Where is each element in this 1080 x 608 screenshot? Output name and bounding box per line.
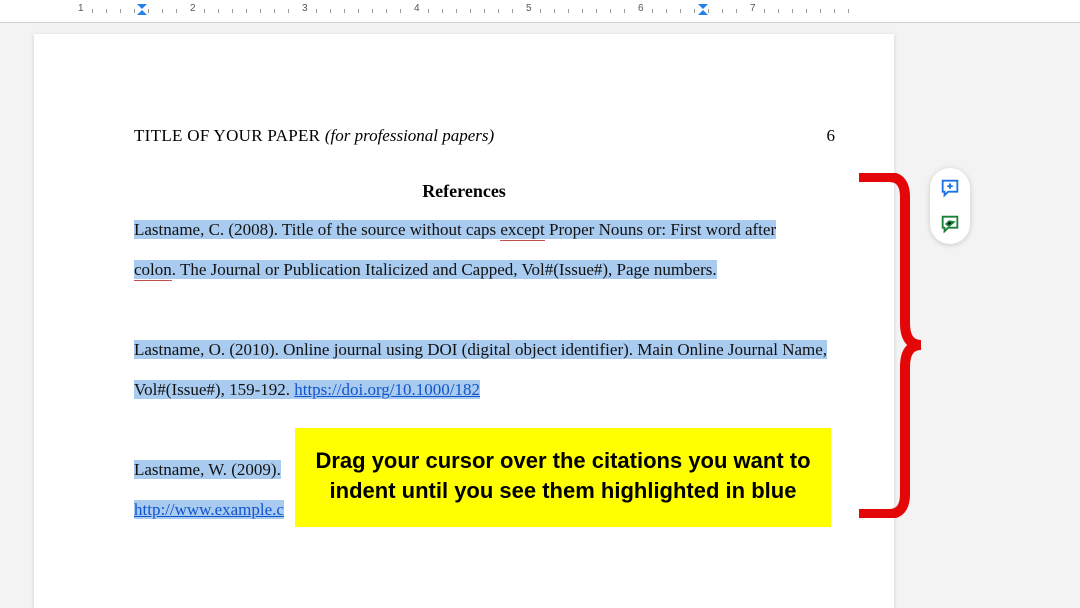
- doi-link[interactable]: https://doi.org/10.1000/182: [294, 380, 480, 399]
- citation-entry: Lastname, C. (2008). Title of the source…: [134, 210, 834, 290]
- ruler[interactable]: 1 2 3 4 5 6 7: [0, 0, 1080, 23]
- highlighted-text[interactable]: Lastname, C. (2008). Title of the source…: [134, 220, 776, 239]
- ruler-label: 7: [750, 3, 756, 14]
- add-comment-icon: [939, 177, 961, 199]
- suggest-edits-icon: [939, 213, 961, 235]
- references-heading: References: [34, 181, 894, 202]
- highlighted-text[interactable]: http://www.example.c: [134, 500, 284, 519]
- spell-flag: except: [500, 220, 544, 241]
- suggest-edits-button[interactable]: [936, 210, 964, 238]
- ruler-label: 4: [414, 3, 420, 14]
- header-subtitle: (for professional papers): [325, 126, 494, 145]
- spell-flag: colon: [134, 260, 172, 281]
- ruler-label: 1: [78, 3, 84, 14]
- highlighted-text[interactable]: Lastname, O. (2010). Online journal usin…: [134, 340, 827, 399]
- highlighted-text[interactable]: colon. The Journal or Publication Italic…: [134, 260, 717, 279]
- add-comment-button[interactable]: [936, 174, 964, 202]
- ruler-label: 6: [638, 3, 644, 14]
- bracket-annotation: [855, 173, 923, 518]
- header-title: TITLE OF YOUR PAPER: [134, 126, 325, 145]
- example-link[interactable]: http://www.example.c: [134, 500, 284, 519]
- citation-entry: Lastname, O. (2010). Online journal usin…: [134, 330, 834, 410]
- page-number: 6: [827, 126, 836, 146]
- highlighted-text[interactable]: Lastname, W. (2009).: [134, 460, 281, 479]
- ruler-label: 2: [190, 3, 196, 14]
- instruction-callout: Drag your cursor over the citations you …: [295, 428, 831, 527]
- ruler-label: 5: [526, 3, 532, 14]
- side-comment-toolbar: [930, 168, 970, 244]
- ruler-label: 3: [302, 3, 308, 14]
- running-header: TITLE OF YOUR PAPER (for professional pa…: [134, 126, 839, 146]
